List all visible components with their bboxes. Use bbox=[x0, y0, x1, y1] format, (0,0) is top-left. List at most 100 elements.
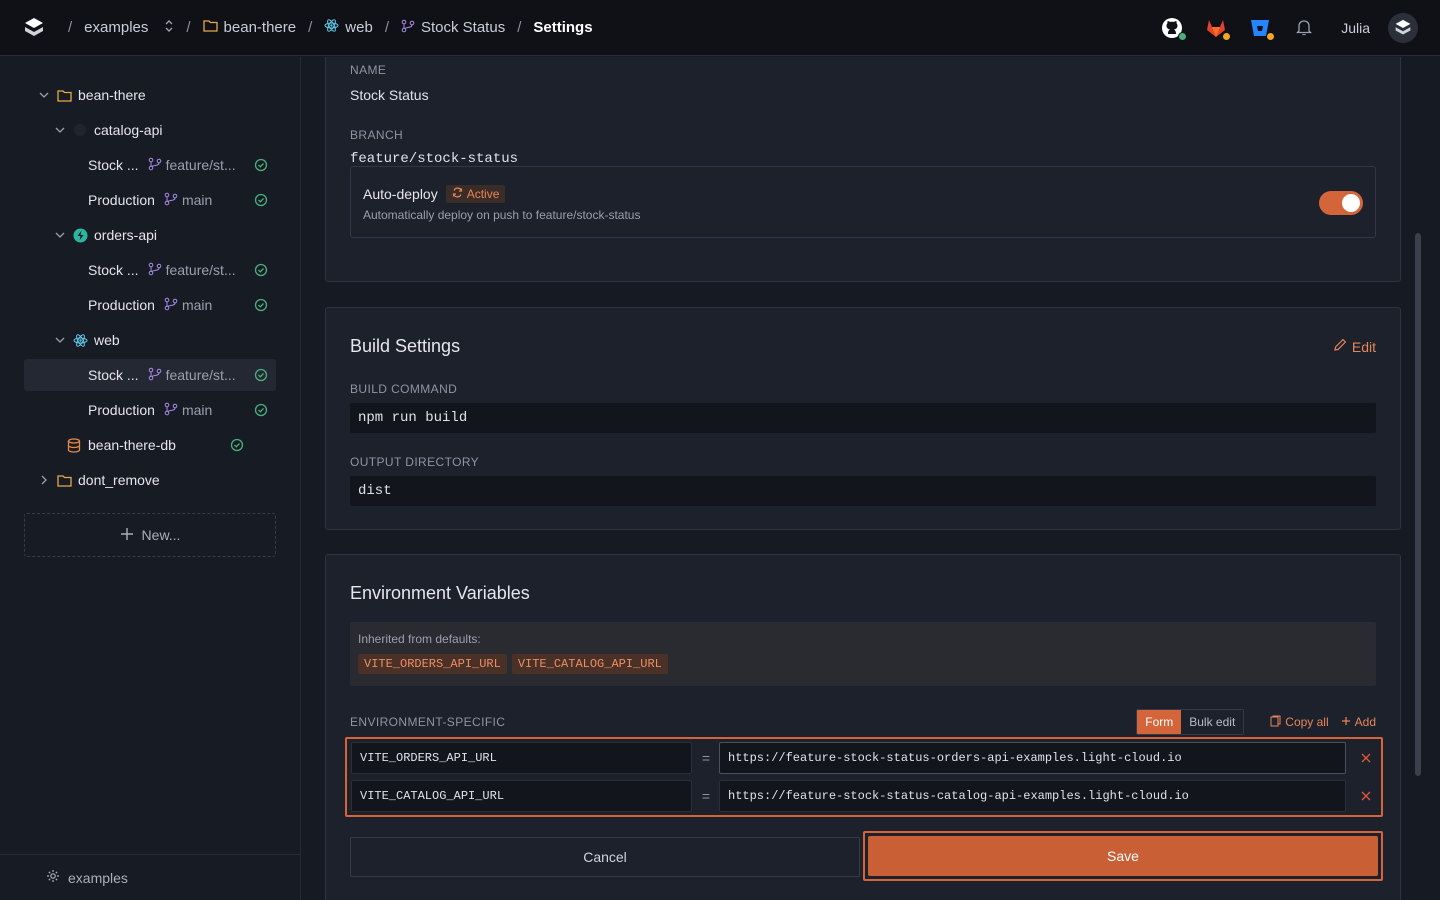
app-logo-icon[interactable] bbox=[22, 16, 46, 40]
chevron-down-icon[interactable] bbox=[54, 337, 66, 343]
add-variable-button[interactable]: Add bbox=[1341, 715, 1376, 729]
tree-item-environment-selected[interactable]: Stock ... feature/st... bbox=[24, 359, 276, 391]
variable-key-input[interactable]: VITE_CATALOG_API_URL bbox=[351, 780, 692, 812]
close-icon[interactable] bbox=[1359, 789, 1373, 803]
breadcrumb-app[interactable]: web bbox=[324, 18, 373, 37]
git-branch-icon bbox=[148, 367, 162, 384]
branch-tag: feature/st... bbox=[148, 157, 236, 174]
tree-item-label: bean-there bbox=[78, 87, 146, 103]
tree-item-label: Stock ... bbox=[88, 367, 139, 383]
tree-item-environment[interactable]: Production main bbox=[24, 184, 276, 216]
tree-item-environment[interactable]: Stock ... feature/st... bbox=[24, 149, 276, 181]
check-circle-icon bbox=[254, 403, 268, 417]
breadcrumb-separator: / bbox=[68, 19, 73, 36]
new-button-label: New... bbox=[141, 527, 181, 543]
git-branch-icon bbox=[164, 297, 178, 314]
toggle-knob bbox=[1342, 194, 1360, 212]
refresh-icon bbox=[452, 187, 463, 201]
close-icon[interactable] bbox=[1359, 751, 1373, 765]
gitlab-icon[interactable] bbox=[1203, 15, 1232, 41]
tree-item-service[interactable]: web bbox=[24, 324, 276, 356]
folder-icon bbox=[56, 87, 72, 103]
build-command-value: npm run build bbox=[350, 403, 1376, 433]
folder-icon bbox=[56, 472, 72, 488]
edit-build-button[interactable]: Edit bbox=[1333, 338, 1376, 355]
react-icon bbox=[72, 332, 88, 348]
plus-icon bbox=[1341, 715, 1351, 729]
save-button[interactable]: Save bbox=[868, 836, 1378, 876]
branch-tag: feature/st... bbox=[148, 262, 236, 279]
variable-key-input[interactable]: VITE_ORDERS_API_URL bbox=[351, 742, 692, 774]
form-mode-button[interactable]: Form bbox=[1137, 710, 1182, 734]
edit-label: Edit bbox=[1351, 338, 1376, 355]
tree-item-project[interactable]: dont_remove bbox=[24, 464, 276, 496]
chevron-updown-icon[interactable] bbox=[164, 19, 174, 36]
tree-item-label: web bbox=[94, 332, 120, 348]
breadcrumb-separator: / bbox=[517, 19, 522, 36]
github-icon[interactable] bbox=[1159, 15, 1188, 41]
tree-item-environment[interactable]: Production main bbox=[24, 289, 276, 321]
tree-item-label: dont_remove bbox=[78, 472, 160, 488]
build-settings-card: Build Settings Edit BUILD COMMAND npm ru… bbox=[325, 307, 1401, 530]
main-content: NAME Stock Status BRANCH feature/stock-s… bbox=[301, 57, 1425, 900]
breadcrumb-project[interactable]: bean-there bbox=[202, 19, 296, 36]
environment-specific-label: ENVIRONMENT-SPECIFIC bbox=[350, 715, 506, 729]
check-circle-icon bbox=[254, 298, 268, 312]
avatar[interactable] bbox=[1388, 12, 1418, 43]
branch-name: feature/st... bbox=[165, 262, 236, 278]
status-dot bbox=[1178, 31, 1188, 41]
chevron-down-icon[interactable] bbox=[54, 232, 66, 238]
react-icon bbox=[324, 18, 339, 37]
lightning-icon bbox=[72, 227, 88, 243]
chevron-right-icon[interactable] bbox=[38, 475, 50, 485]
tree-item-environment[interactable]: Stock ... feature/st... bbox=[24, 254, 276, 286]
new-button[interactable]: New... bbox=[24, 513, 276, 557]
branch-tag: feature/st... bbox=[148, 367, 236, 384]
build-settings-title: Build Settings bbox=[350, 336, 461, 356]
bulk-edit-mode-button[interactable]: Bulk edit bbox=[1181, 710, 1243, 734]
variable-value-input[interactable]: https://feature-stock-status-orders-api-… bbox=[719, 742, 1346, 774]
breadcrumb-workspace[interactable]: examples bbox=[84, 19, 174, 36]
build-command-label: BUILD COMMAND bbox=[350, 382, 458, 396]
chevron-down-icon[interactable] bbox=[54, 127, 66, 133]
tree-item-environment[interactable]: Production main bbox=[24, 394, 276, 426]
tree-item-label: Stock ... bbox=[88, 262, 139, 278]
bitbucket-icon[interactable] bbox=[1247, 15, 1276, 41]
branch-name: main bbox=[181, 192, 213, 208]
branch-label: BRANCH bbox=[350, 128, 404, 142]
environment-variable-row: VITE_ORDERS_API_URL = https://feature-st… bbox=[351, 742, 1379, 774]
bell-icon[interactable] bbox=[1291, 15, 1317, 41]
edit-mode-toggle: Form Bulk edit bbox=[1136, 709, 1245, 735]
variable-value-input[interactable]: https://feature-stock-status-catalog-api… bbox=[719, 780, 1346, 812]
branch-name: main bbox=[181, 402, 213, 418]
tree-item-service[interactable]: orders-api bbox=[24, 219, 276, 251]
tree-item-label: Production bbox=[88, 402, 155, 418]
git-branch-icon bbox=[401, 19, 415, 37]
breadcrumb-separator: / bbox=[186, 19, 191, 36]
output-directory-label: OUTPUT DIRECTORY bbox=[350, 455, 480, 469]
status-badge: Active bbox=[445, 185, 506, 203]
breadcrumb-environment[interactable]: Stock Status bbox=[401, 19, 505, 37]
tree-item-label: Stock ... bbox=[88, 157, 139, 173]
tree-item-database[interactable]: bean-there-db bbox=[24, 429, 276, 461]
status-badge-label: Active bbox=[466, 187, 500, 201]
status-dot bbox=[1266, 31, 1276, 41]
chevron-down-icon[interactable] bbox=[38, 92, 50, 98]
check-circle-icon bbox=[254, 158, 268, 172]
general-settings-card: NAME Stock Status BRANCH feature/stock-s… bbox=[325, 57, 1401, 282]
copy-all-button[interactable]: Copy all bbox=[1270, 715, 1329, 730]
tree-item-project[interactable]: bean-there bbox=[24, 79, 276, 111]
environment-variable-row: VITE_CATALOG_API_URL = https://feature-s… bbox=[351, 780, 1379, 812]
scrollbar[interactable] bbox=[1415, 233, 1421, 776]
workspace-settings-link[interactable]: examples bbox=[0, 854, 300, 900]
tree-item-label: bean-there-db bbox=[88, 437, 176, 453]
branch-value: feature/stock-status bbox=[350, 151, 519, 167]
user-name[interactable]: Julia bbox=[1341, 20, 1370, 36]
tree-item-service[interactable]: catalog-api bbox=[24, 114, 276, 146]
auto-deploy-toggle[interactable] bbox=[1319, 191, 1363, 215]
tree-item-label: Production bbox=[88, 297, 155, 313]
status-dot bbox=[1222, 31, 1232, 41]
tree-item-label: orders-api bbox=[94, 227, 158, 243]
folder-icon bbox=[202, 19, 218, 36]
cancel-button[interactable]: Cancel bbox=[350, 837, 860, 877]
